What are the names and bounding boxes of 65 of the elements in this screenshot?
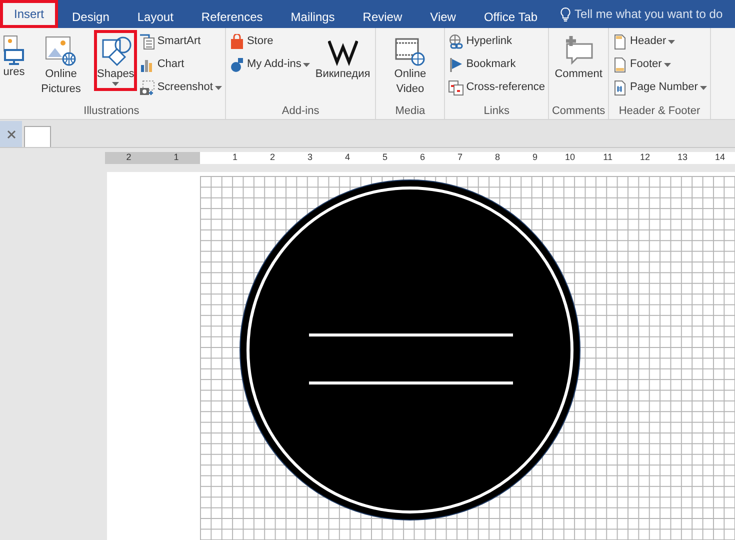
ruler-number: 2 (126, 151, 132, 164)
ribbon-button[interactable]: Comment (552, 30, 606, 87)
ribbon-button[interactable]: Shapes (94, 30, 138, 91)
ribbon-button[interactable]: Hyperlink (447, 30, 546, 53)
close-tab-button[interactable] (0, 121, 22, 147)
ribbon-button[interactable]: Screenshot (138, 76, 223, 99)
camera-icon (139, 80, 156, 96)
ruler-number: 5 (381, 151, 388, 164)
picture-globe-icon (45, 35, 77, 67)
ribbon-tab[interactable]: Insert (0, 0, 58, 28)
ruler-number: 13 (676, 151, 688, 164)
group-label: Illustrations (82, 104, 140, 119)
ribbon-button[interactable]: ures (0, 30, 28, 85)
ruler-number: 12 (638, 151, 650, 164)
ruler-number: 8 (494, 151, 500, 164)
page-header-icon (612, 34, 628, 50)
globe-link-icon (448, 34, 464, 50)
group-label: Media (394, 104, 426, 119)
ruler-number: 2 (268, 151, 275, 164)
group-label: Comments (551, 104, 606, 119)
ribbon-button[interactable]: Bookmark (447, 53, 546, 76)
ribbon-button[interactable]: Page Number (611, 76, 708, 99)
ribbon-button[interactable]: Footer (611, 53, 708, 76)
shopping-bag-icon (228, 34, 245, 50)
ribbon-tab[interactable]: References (187, 0, 277, 28)
ribbon-button[interactable]: Header (611, 30, 708, 53)
ribbon-button[interactable]: SmartArt (138, 30, 223, 53)
ribbon-button[interactable]: Online Video (378, 30, 442, 102)
ribbon-tab[interactable]: Review (348, 0, 416, 28)
ruler-number: 3 (306, 151, 312, 164)
group-label: Links (482, 104, 510, 119)
smartart-icon (139, 34, 156, 50)
lightbulb-icon (560, 6, 571, 22)
ribbon-button[interactable]: Online Pictures (29, 30, 93, 102)
ribbon-button[interactable]: Cross-reference (447, 76, 546, 99)
ruler-number: 9 (531, 151, 538, 164)
ribbon-tab[interactable]: Mailings (276, 0, 349, 28)
ribbon-button[interactable]: Chart (138, 53, 223, 76)
ribbon-button[interactable]: My Add-ins (228, 53, 312, 76)
ribbon-tab[interactable]: View (416, 0, 470, 28)
ruler-number: 14 (714, 151, 725, 164)
cross-reference-icon (448, 80, 464, 96)
flag-icon (448, 56, 464, 72)
ribbon-tab[interactable]: Design (58, 0, 124, 28)
ribbon-tab[interactable]: Layout (123, 0, 188, 28)
page-number-icon (612, 80, 628, 96)
group-label: Header & Footer (618, 104, 702, 119)
shapes-icon (100, 35, 132, 67)
ruler-number: 1 (231, 151, 238, 164)
ribbon-button[interactable]: Википедия (312, 30, 374, 87)
close-icon (6, 130, 16, 138)
picture-icon (3, 35, 25, 65)
tell-me-field[interactable]: Tell me what you want to do (560, 5, 723, 23)
ruler-number: 10 (564, 151, 575, 164)
ruler-number: 6 (418, 151, 425, 164)
group-label: Add-ins (280, 104, 320, 119)
ruler-number: 11 (602, 151, 612, 164)
ribbon-tab[interactable]: Office Tab (470, 0, 552, 28)
ruler-number: 1 (174, 151, 179, 164)
ruler-number: 7 (456, 151, 462, 164)
page-footer-icon (612, 56, 628, 72)
blocks-icon (228, 56, 245, 72)
document-tab[interactable] (24, 126, 51, 147)
ribbon-button[interactable]: Store (228, 30, 312, 53)
ruler-number: 4 (344, 151, 350, 164)
